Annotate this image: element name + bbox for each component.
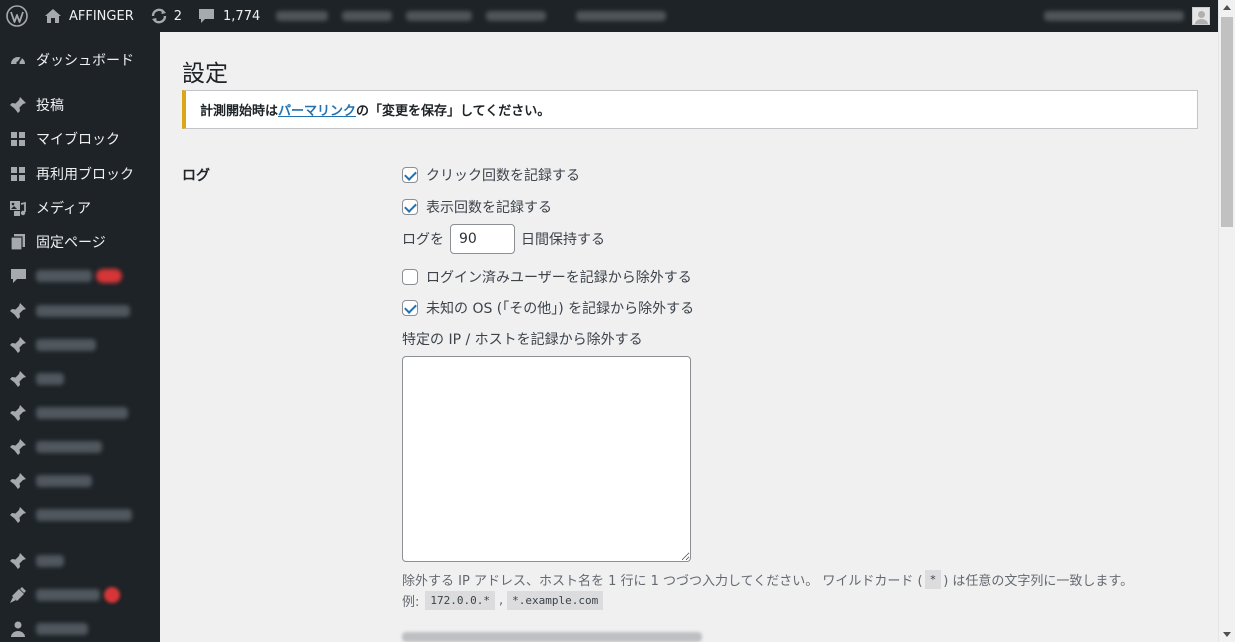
sidebar-item-redacted[interactable]: [0, 430, 160, 464]
sidebar-item-redacted[interactable]: [0, 578, 160, 612]
site-name-button[interactable]: AFFINGER: [36, 0, 142, 32]
pin-icon: [0, 336, 36, 354]
page-title: 設定: [182, 61, 228, 87]
scroll-down-arrow-icon[interactable]: [1223, 632, 1231, 637]
pin-icon: [0, 472, 36, 490]
sidebar-item-redacted[interactable]: [0, 328, 160, 362]
pin-icon: [0, 506, 36, 524]
sidebar-item-redacted[interactable]: [0, 544, 160, 578]
pin-icon: [0, 96, 36, 114]
home-icon: [45, 9, 61, 23]
sidebar-item-redacted[interactable]: [0, 294, 160, 328]
sidebar-item-redacted[interactable]: [0, 362, 160, 396]
grid-icon: [0, 131, 36, 147]
sidebar-item-media[interactable]: メディア: [0, 191, 160, 225]
sidebar-item-pages[interactable]: 固定ページ: [0, 225, 160, 259]
notice-prefix: 計測開始時は: [200, 104, 279, 119]
admin-bar-redacted-links[interactable]: [268, 0, 674, 32]
record-views-checkbox[interactable]: [402, 199, 418, 215]
wordpress-logo-button[interactable]: [0, 0, 36, 32]
brush-icon: [0, 586, 36, 604]
sidebar-item-redacted[interactable]: [0, 396, 160, 430]
pin-icon: [0, 552, 36, 570]
dashboard-icon: [0, 51, 36, 69]
main-content: 設定 計測開始時は パーマリンク の「変更を保存」してください。 ログ クリック回数…: [160, 32, 1218, 642]
log-section-label: ログ: [182, 168, 210, 184]
pin-icon: [0, 370, 36, 388]
admin-bar: AFFINGER 2 1,774: [0, 0, 1218, 32]
grid-icon: [0, 166, 36, 182]
comments-button[interactable]: 1,774: [190, 0, 268, 32]
users-icon: [0, 620, 36, 638]
sidebar-item-posts[interactable]: 投稿: [0, 88, 160, 122]
sidebar-item-redacted[interactable]: [0, 464, 160, 498]
record-clicks-option[interactable]: クリック回数を記録する: [402, 165, 580, 185]
exclude-ip-textarea[interactable]: [402, 356, 691, 562]
sidebar-item-reusable-blocks[interactable]: 再利用ブロック: [0, 157, 160, 191]
sidebar-item-redacted[interactable]: [0, 498, 160, 532]
exclude-ip-description: 除外する IP アドレス、ホスト名を 1 行に 1 つづつ入力してください。 ワ…: [402, 570, 1133, 589]
sidebar-item-my-blocks[interactable]: マイブロック: [0, 122, 160, 156]
permalink-link[interactable]: パーマリンク: [278, 100, 356, 119]
exclude-unknown-os-checkbox[interactable]: [402, 300, 418, 316]
comment-icon: [0, 268, 36, 284]
exclude-logged-in-option[interactable]: ログイン済みユーザーを記録から除外する: [402, 267, 692, 287]
page-scrollbar[interactable]: [1218, 0, 1235, 642]
sidebar-item-comments[interactable]: [0, 259, 160, 293]
update-icon: [151, 8, 166, 24]
wordpress-logo-icon: [6, 5, 28, 27]
warning-notice: 計測開始時は パーマリンク の「変更を保存」してください。: [182, 90, 1198, 129]
retention-suffix: 日間保持する: [521, 232, 605, 248]
exclude-ip-example: 例: 172.0.0.*, *.example.com: [402, 591, 605, 610]
site-name: AFFINGER: [69, 8, 134, 24]
exclude-unknown-os-option[interactable]: 未知の OS (「その他」) を記録から除外する: [402, 298, 694, 318]
example-host-code: *.example.com: [507, 591, 604, 610]
record-views-option[interactable]: 表示回数を記録する: [402, 197, 552, 217]
pin-icon: [0, 438, 36, 456]
scrollbar-thumb[interactable]: [1221, 17, 1233, 227]
exclude-ip-label: 特定の IP / ホストを記録から除外する: [402, 332, 643, 348]
admin-sidebar: ダッシュボード 投稿 マイブロック 再利用ブロック メディア 固定ページ: [0, 32, 160, 642]
pin-icon: [0, 404, 36, 422]
notice-suffix: の「変更を保存」してください。: [356, 104, 551, 119]
avatar[interactable]: [1192, 7, 1210, 25]
next-option-cut-off: [402, 632, 702, 642]
pin-icon: [0, 302, 36, 320]
retention-prefix: ログを: [402, 232, 444, 248]
sidebar-item-dashboard[interactable]: ダッシュボード: [0, 43, 160, 77]
comments-count: 1,774: [223, 8, 261, 24]
scroll-up-arrow-icon[interactable]: [1223, 5, 1231, 10]
sidebar-item-redacted[interactable]: [0, 612, 160, 642]
record-clicks-checkbox[interactable]: [402, 167, 418, 183]
updates-count: 2: [173, 8, 183, 24]
comment-icon: [199, 9, 215, 23]
updates-button[interactable]: 2: [142, 0, 190, 32]
wildcard-code: *: [924, 570, 942, 589]
example-ip-code: 172.0.0.*: [425, 591, 495, 610]
pages-icon: [0, 233, 36, 251]
retention-row: ログを 日間保持する: [402, 224, 605, 254]
exclude-logged-in-checkbox[interactable]: [402, 269, 418, 285]
retention-days-input[interactable]: [450, 224, 515, 254]
media-icon: [0, 199, 36, 217]
account-redacted[interactable]: [1044, 11, 1184, 21]
